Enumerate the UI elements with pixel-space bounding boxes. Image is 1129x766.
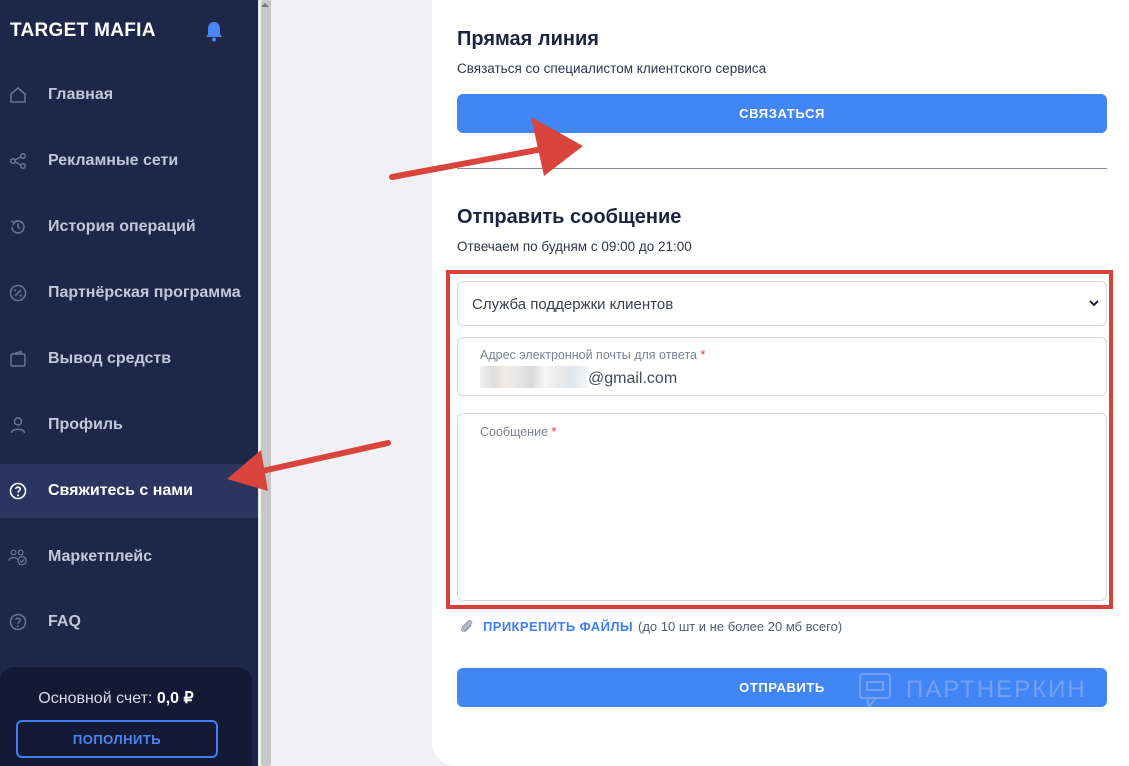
sidebar-item-profile[interactable]: Профиль xyxy=(0,398,258,452)
contact-button[interactable]: СВЯЗАТЬСЯ xyxy=(457,94,1107,133)
balance-value: 0,0 ₽ xyxy=(156,690,194,707)
watermark: ПАРТНЕРКИН xyxy=(858,670,1087,710)
sidebar-item-label: Маркетплейс xyxy=(48,548,152,565)
sidebar-item-label: Рекламные сети xyxy=(48,152,179,169)
watermark-text: ПАРТНЕРКИН xyxy=(906,676,1087,703)
home-icon xyxy=(8,85,28,105)
attach-files-note: (до 10 шт и не более 20 мб всего) xyxy=(637,618,843,634)
sidebar-item-label: Партнёрская программа xyxy=(48,284,241,301)
sidebar-item-faq[interactable]: FAQ xyxy=(0,595,258,649)
sidebar-item-label: Главная xyxy=(48,86,114,103)
sidebar-item-contact[interactable]: Свяжитесь с нами xyxy=(0,464,258,518)
divider xyxy=(457,168,1107,169)
highlight-frame xyxy=(446,270,1113,609)
sidebar-item-label: Профиль xyxy=(48,416,123,433)
topup-button[interactable]: ПОПОЛНИТЬ xyxy=(16,720,218,758)
hotline-subtitle: Связаться со специалистом клиентского се… xyxy=(457,61,767,76)
sidebar-item-label: Свяжитесь с нами xyxy=(48,482,193,499)
scrollbar-thumb[interactable] xyxy=(261,0,271,766)
history-icon xyxy=(8,217,28,237)
sidebar-item-withdraw[interactable]: Вывод средств xyxy=(0,332,258,386)
share-icon xyxy=(8,151,28,171)
question-icon xyxy=(8,481,28,501)
user-icon xyxy=(8,415,28,435)
percent-icon xyxy=(8,283,28,303)
scrollbar[interactable] xyxy=(258,0,272,766)
brand-logo[interactable]: TARGET MAFIA xyxy=(10,20,156,42)
sidebar-item-label: FAQ xyxy=(48,613,81,630)
sidebar-item-label: История операций xyxy=(48,218,196,235)
wallet-icon xyxy=(8,349,28,369)
users-icon xyxy=(8,547,28,567)
sidebar-item-ad-networks[interactable]: Рекламные сети xyxy=(0,134,258,188)
watermark-logo-icon xyxy=(859,673,891,710)
message-title: Отправить сообщение xyxy=(457,206,682,228)
sidebar-item-history[interactable]: История операций xyxy=(0,200,258,254)
sidebar-item-home[interactable]: Главная xyxy=(0,68,258,122)
paperclip-icon[interactable] xyxy=(459,618,475,634)
balance-label: Основной счет: xyxy=(38,690,153,707)
sidebar-item-affiliate[interactable]: Партнёрская программа xyxy=(0,266,258,320)
balance-text: Основной счет: 0,0 ₽ xyxy=(0,688,232,708)
sidebar-item-marketplace[interactable]: Маркетплейс xyxy=(0,530,258,584)
balance-panel: Основной счет: 0,0 ₽ ПОПОЛНИТЬ xyxy=(0,667,252,766)
bell-icon[interactable] xyxy=(204,20,224,42)
question-icon xyxy=(8,612,28,632)
scroll-up-icon[interactable] xyxy=(260,0,270,12)
sidebar-item-label: Вывод средств xyxy=(48,350,172,367)
attach-files: ПРИКРЕПИТЬ ФАЙЛЫ (до 10 шт и не более 20… xyxy=(459,618,842,634)
sidebar: TARGET MAFIA Главная Рекламные сети Исто… xyxy=(0,0,258,766)
message-subtitle: Отвечаем по будням с 09:00 до 21:00 xyxy=(457,239,692,254)
attach-files-link[interactable]: ПРИКРЕПИТЬ ФАЙЛЫ xyxy=(483,619,633,634)
hotline-title: Прямая линия xyxy=(457,28,599,50)
